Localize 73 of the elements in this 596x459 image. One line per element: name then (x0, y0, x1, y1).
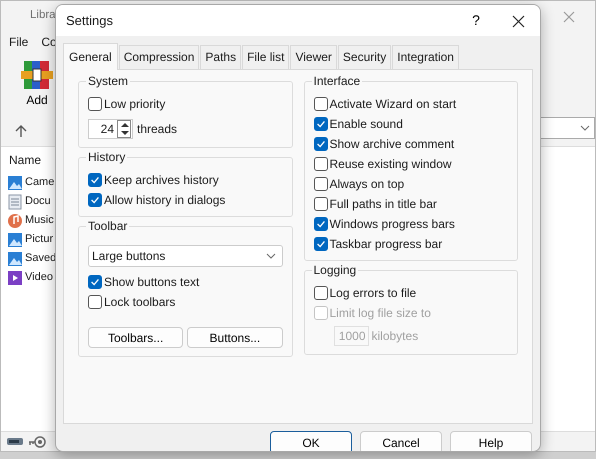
push-button[interactable]: Buttons... (187, 327, 282, 348)
help-button[interactable]: ? (456, 9, 496, 32)
checkbox-label[interactable]: Log errors to file (330, 284, 416, 302)
archive-books-icon (21, 59, 53, 91)
tab[interactable]: Paths (200, 45, 242, 69)
checkbox-label[interactable]: Activate Wizard on start (330, 94, 456, 112)
close-icon (563, 10, 575, 23)
checkbox-label[interactable]: Always on top (330, 174, 404, 192)
checkbox[interactable] (88, 274, 102, 288)
video-icon (7, 270, 23, 286)
checkbox-label[interactable]: Show buttons text (104, 272, 200, 290)
number-spinner[interactable]: 24 (88, 119, 133, 139)
checkbox[interactable] (314, 286, 328, 300)
group-title: History (86, 150, 128, 165)
checkbox-label[interactable]: Reuse existing window (330, 154, 452, 172)
dialog-title: Settings (66, 12, 113, 30)
checkbox[interactable] (314, 236, 328, 250)
tab[interactable]: Integration (392, 45, 459, 69)
add-label: Add (26, 92, 48, 109)
checkbox[interactable] (314, 116, 328, 130)
window-title: Libra (30, 8, 56, 24)
checkbox-label[interactable]: Keep archives history (104, 170, 219, 188)
up-arrow-icon (15, 125, 27, 138)
checkbox[interactable] (88, 192, 102, 206)
file-name[interactable]: Video (25, 269, 53, 286)
file-name[interactable]: Came (25, 174, 54, 191)
dialog-button[interactable]: Cancel (360, 431, 442, 451)
checkbox[interactable] (314, 216, 328, 230)
checkbox-label[interactable]: Show archive comment (330, 134, 454, 152)
column-header[interactable]: Name (9, 151, 42, 169)
checkbox-label[interactable]: Windows progress bars (330, 214, 455, 232)
file-name[interactable]: Pictur (25, 231, 54, 248)
picture-folder-icon (7, 174, 23, 190)
checkbox-label[interactable]: Enable sound (330, 114, 403, 132)
checkbox-label[interactable]: Allow history in dialogs (104, 190, 226, 208)
checkbox[interactable] (88, 96, 102, 110)
file-name[interactable]: Docu (25, 193, 51, 210)
music-icon (7, 212, 23, 228)
document-icon (7, 194, 23, 210)
group-title: System (86, 74, 130, 89)
push-button[interactable]: Toolbars... (88, 327, 184, 348)
add-button[interactable]: Add (21, 59, 53, 109)
tab[interactable]: Security (338, 45, 392, 69)
checkbox-label[interactable]: Full paths in title bar (330, 194, 437, 212)
chevron-icon (266, 253, 276, 259)
tab[interactable]: General (63, 43, 118, 70)
menu-item[interactable]: File (9, 33, 28, 47)
checkbox-label[interactable]: Lock toolbars (104, 292, 176, 310)
file-name[interactable]: Music (25, 212, 54, 229)
tab[interactable]: Compression (118, 45, 200, 69)
checkbox[interactable] (88, 172, 102, 186)
drive-icon (6, 435, 24, 448)
dialog-button[interactable]: Help (450, 431, 532, 451)
picture-folder-icon (7, 232, 23, 248)
checkbox[interactable] (314, 156, 328, 170)
checkbox[interactable] (314, 136, 328, 150)
chevron-icon (580, 125, 590, 131)
tab[interactable]: Viewer (290, 45, 337, 69)
checkbox[interactable] (314, 176, 328, 190)
unit-label: kilobytes (372, 328, 418, 345)
tab[interactable]: File list (242, 45, 290, 69)
checkbox-label[interactable]: Taskbar progress bar (330, 234, 442, 252)
checkbox[interactable] (314, 196, 328, 210)
dropdown[interactable]: Large buttons (88, 245, 282, 267)
checkbox[interactable] (314, 96, 328, 110)
close-icon (512, 14, 524, 28)
checkbox-label[interactable]: Low priority (104, 94, 166, 112)
picture-folder-icon (7, 250, 23, 266)
spinner-label: threads (137, 121, 178, 138)
key-icon (28, 434, 46, 448)
checkbox[interactable] (88, 294, 102, 308)
dialog-button[interactable]: OK (270, 431, 352, 451)
group-title: Logging (312, 263, 358, 278)
